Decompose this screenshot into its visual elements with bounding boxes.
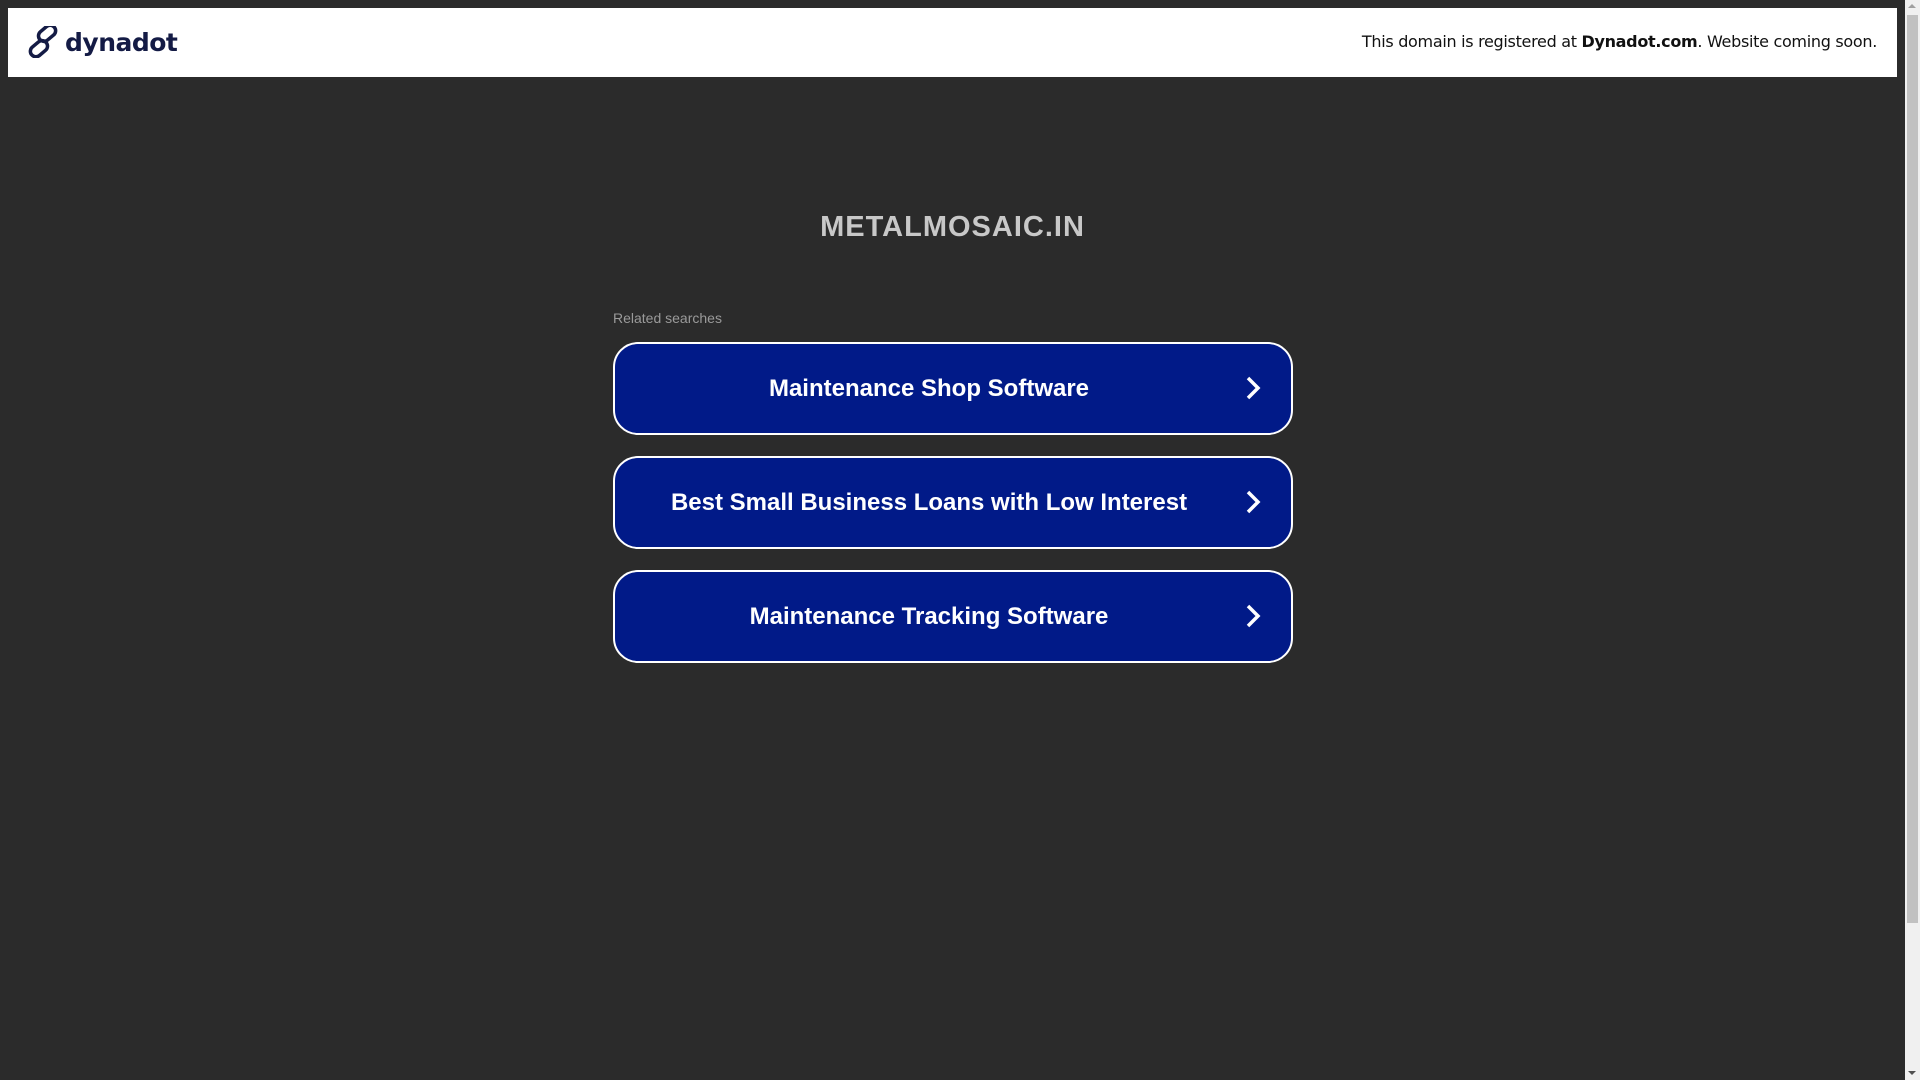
domain-title: METALMOSAIC.IN: [820, 211, 1085, 243]
logo-text: dynadot: [65, 27, 178, 57]
chain-link-icon: [28, 26, 58, 58]
chevron-right-icon: [1246, 490, 1261, 514]
vertical-scrollbar[interactable]: [1905, 0, 1920, 1080]
notice-prefix: This domain is registered at: [1361, 32, 1582, 51]
chevron-right-icon: [1246, 604, 1261, 628]
search-link-1[interactable]: Maintenance Shop Software: [613, 342, 1293, 435]
search-link-2[interactable]: Best Small Business Loans with Low Inter…: [613, 456, 1293, 549]
notice-brand: Dynadot.com: [1581, 32, 1698, 51]
search-link-label: Maintenance Tracking Software: [749, 602, 1109, 630]
top-banner: dynadot This domain is registered at Dyn…: [8, 8, 1897, 77]
search-link-label: Best Small Business Loans with Low Inter…: [670, 488, 1188, 516]
scrollbar-thumb[interactable]: [1907, 15, 1918, 923]
search-link-label: Maintenance Shop Software: [768, 374, 1090, 402]
dynadot-logo[interactable]: dynadot: [27, 26, 178, 58]
registration-notice: This domain is registered at Dynadot.com…: [1362, 32, 1877, 51]
search-link-3[interactable]: Maintenance Tracking Software: [613, 570, 1293, 663]
scroll-down-arrow-icon[interactable]: [1908, 1071, 1916, 1075]
related-searches-label: Related searches: [613, 310, 722, 326]
scroll-up-arrow-icon[interactable]: [1908, 4, 1916, 8]
notice-suffix: . Website coming soon.: [1697, 32, 1877, 51]
chevron-right-icon: [1246, 376, 1261, 400]
